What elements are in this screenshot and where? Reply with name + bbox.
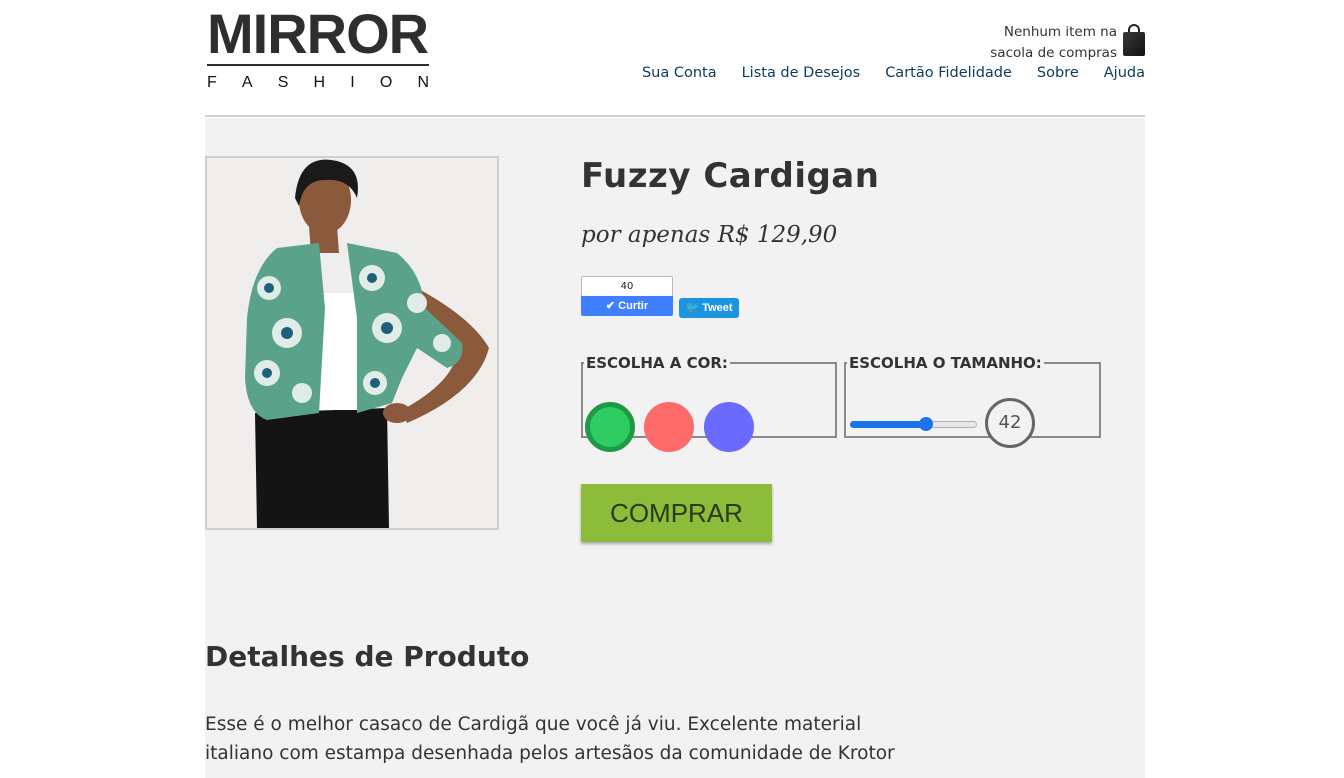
cart-line-1: Nenhum item na (1003, 24, 1117, 40)
product-photo (205, 156, 499, 530)
like-label: Curtir (618, 300, 649, 312)
buy-button[interactable]: COMPRAR (581, 484, 772, 542)
slider-fill (850, 421, 926, 428)
check-icon: ✔ (605, 300, 619, 312)
product-section: Fuzzy Cardigan por apenas R$ 129,90 40 ✔… (205, 118, 1145, 778)
site-header: MIRROR F A S H I O N Nenhum item na saco… (205, 0, 1145, 117)
brand-name: MIRROR (207, 2, 429, 65)
color-picker: ESCOLHA A COR: (581, 354, 837, 452)
cart-line-2: sacola de compras (990, 45, 1117, 61)
product-title: Fuzzy Cardigan (581, 156, 880, 196)
logo-divider (207, 64, 429, 66)
details-title: Detalhes de Produto (205, 640, 530, 673)
brand-letter: A (241, 74, 253, 91)
color-option-green[interactable] (585, 402, 635, 452)
model-illustration (207, 158, 497, 528)
brand-logo[interactable]: MIRROR F A S H I O N (207, 6, 429, 92)
nav-link-cartao-fidelidade[interactable]: Cartão Fidelidade (885, 63, 1012, 83)
color-option-blue[interactable] (704, 402, 754, 452)
tweet-button[interactable]: 🐦 Tweet (679, 298, 739, 318)
brand-letter: I (350, 74, 355, 91)
brand-letter: F (207, 74, 217, 91)
brand-letter: N (417, 74, 429, 91)
size-slider[interactable] (850, 417, 977, 431)
tweet-label: Tweet (702, 302, 733, 314)
nav-link-sobre[interactable]: Sobre (1037, 63, 1079, 83)
color-picker-legend: ESCOLHA A COR: (586, 354, 728, 372)
brand-letter: S (277, 74, 289, 91)
shopping-bag-icon[interactable] (1123, 24, 1145, 56)
size-value-output: 42 (985, 398, 1035, 448)
cart-text: Nenhum item na sacola de compras (977, 22, 1117, 64)
cart-status[interactable]: Nenhum item na sacola de compras (977, 22, 1145, 64)
color-option-pink[interactable] (644, 402, 694, 452)
brand-letter: H (313, 74, 326, 91)
facebook-like-widget[interactable]: 40 ✔ Curtir (581, 276, 673, 316)
nav-link-sua-conta[interactable]: Sua Conta (642, 63, 717, 83)
details-text: Esse é o melhor casaco de Cardigã que vo… (205, 714, 895, 764)
brand-tagline: F A S H I O N (207, 74, 429, 92)
size-picker-legend: ESCOLHA O TAMANHO: (849, 354, 1042, 372)
main-nav: Sua Conta Lista de Desejos Cartão Fideli… (617, 63, 1145, 83)
slider-handle[interactable] (919, 417, 933, 431)
twitter-bird-icon: 🐦 (685, 302, 700, 314)
size-picker: ESCOLHA O TAMANHO: 42 (844, 354, 1101, 448)
nav-link-lista-desejos[interactable]: Lista de Desejos (742, 63, 861, 83)
bag-body (1123, 32, 1145, 56)
like-count: 40 (581, 276, 673, 296)
product-price: por apenas R$ 129,90 (581, 222, 838, 248)
like-button[interactable]: ✔ Curtir (581, 296, 673, 316)
nav-link-ajuda[interactable]: Ajuda (1104, 63, 1145, 83)
brand-letter: O (379, 74, 393, 91)
